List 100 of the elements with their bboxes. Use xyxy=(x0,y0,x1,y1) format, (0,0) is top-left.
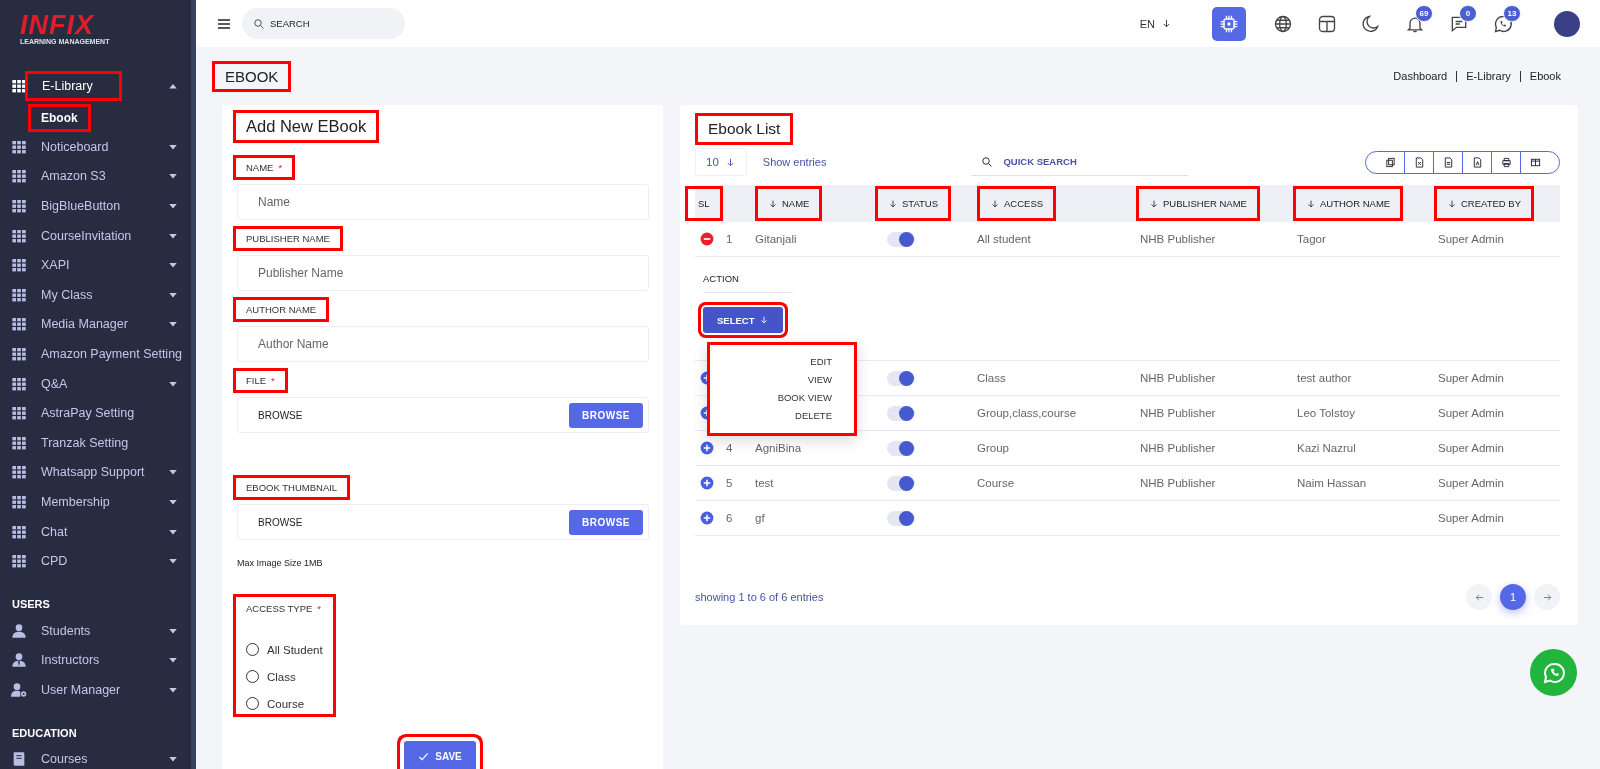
sort-arrow-icon xyxy=(1149,198,1159,209)
grid-icon xyxy=(11,227,27,244)
grid-icon xyxy=(11,198,27,214)
grid-icon xyxy=(11,78,27,94)
browse-button[interactable]: BROWSE xyxy=(569,402,643,428)
radio-label: Course xyxy=(267,697,305,710)
column-header[interactable]: STATUS xyxy=(875,186,952,221)
file-name: BROWSE xyxy=(258,516,304,528)
grid-icon xyxy=(11,257,27,274)
menu-item[interactable]: DELETE xyxy=(795,407,832,425)
arrow-down-icon xyxy=(1161,18,1172,29)
sidebar-item[interactable]: Courses xyxy=(39,752,90,767)
sidebar-item[interactable]: Amazon S3 xyxy=(39,169,108,184)
browse-button[interactable]: BROWSE xyxy=(569,509,643,535)
menu-item[interactable]: BOOK VIEW xyxy=(777,389,832,407)
sort-arrow-icon xyxy=(1306,198,1316,209)
table-cell: Super Admin xyxy=(1438,233,1504,245)
table-cell: Course xyxy=(977,477,1015,489)
text-field[interactable]: Publisher Name xyxy=(237,255,649,291)
sidebar-item[interactable]: Q&A xyxy=(39,376,70,391)
status-toggle[interactable] xyxy=(887,405,915,421)
copy-icon[interactable] xyxy=(1384,156,1396,168)
field-label: FILE * xyxy=(233,368,288,393)
text-field[interactable]: Name xyxy=(237,184,649,220)
breadcrumb-link[interactable]: E-Library xyxy=(1456,70,1520,82)
status-toggle[interactable] xyxy=(887,475,915,491)
status-toggle[interactable] xyxy=(887,440,915,456)
search-field[interactable]: SEARCH xyxy=(242,8,405,39)
expand-icon[interactable] xyxy=(700,511,714,525)
expand-icon[interactable] xyxy=(700,441,714,455)
print-icon[interactable] xyxy=(1500,156,1512,168)
grid-icon xyxy=(11,434,27,451)
status-toggle[interactable] xyxy=(887,231,915,247)
sidebar-item[interactable]: AstraPay Setting xyxy=(39,406,137,421)
sidebar-item[interactable]: Media Manager xyxy=(39,317,130,332)
arrow-left-icon xyxy=(1473,591,1485,603)
sidebar-item[interactable]: BigBlueButton xyxy=(39,199,123,213)
menu-item[interactable]: VIEW xyxy=(807,371,832,389)
grid-icon xyxy=(11,168,27,185)
grid-icon xyxy=(11,523,27,540)
breadcrumb-link[interactable]: Dashboard xyxy=(1384,70,1457,82)
chip-icon xyxy=(1219,13,1239,34)
sidebar-item[interactable]: Tranzak Setting xyxy=(39,435,131,450)
sidebar-subitem[interactable]: Ebook xyxy=(28,104,91,132)
file-field[interactable]: BROWSE BROWSE xyxy=(237,504,649,540)
table-cell: test author xyxy=(1297,372,1352,384)
sidebar-item[interactable]: E-Library xyxy=(25,71,122,101)
row-number: 5 xyxy=(726,477,733,489)
sidebar-item[interactable]: Students xyxy=(39,623,93,638)
menu-item[interactable]: EDIT xyxy=(810,353,832,371)
globe-icon[interactable] xyxy=(1273,13,1293,34)
column-header[interactable]: CREATED BY xyxy=(1434,186,1534,221)
sidebar-item[interactable]: My Class xyxy=(39,287,95,302)
file-field[interactable]: BROWSE BROWSE xyxy=(237,397,649,433)
page-button[interactable]: 1 xyxy=(1500,584,1526,610)
columns-icon[interactable] xyxy=(1529,156,1541,168)
grid-icon xyxy=(11,553,27,570)
sidebar-item[interactable]: Instructors xyxy=(39,653,102,668)
collapse-icon[interactable] xyxy=(700,232,714,246)
language-selector[interactable]: EN xyxy=(1139,17,1172,30)
column-header[interactable]: AUTHOR NAME xyxy=(1293,186,1404,221)
ai-button[interactable] xyxy=(1212,6,1246,41)
pdf-file-icon[interactable] xyxy=(1471,156,1483,168)
layout-icon[interactable] xyxy=(1317,13,1337,34)
page-length-select[interactable]: 10 xyxy=(695,148,747,176)
table-cell: Kazi Nazrul xyxy=(1297,442,1356,454)
sidebar-item[interactable]: Amazon Payment Setting xyxy=(39,346,185,361)
sidebar-item[interactable]: Membership xyxy=(39,494,112,509)
sidebar-item[interactable]: XAPI xyxy=(39,258,72,273)
grid-icon xyxy=(11,286,27,303)
sidebar-item[interactable]: Noticeboard xyxy=(39,139,111,154)
sidebar-item[interactable]: CPD xyxy=(39,554,70,569)
sidebar-item[interactable]: User Manager xyxy=(39,682,123,697)
sidebar-item[interactable]: Chat xyxy=(39,524,70,539)
action-label: ACTION xyxy=(703,273,793,293)
caret-icon[interactable] xyxy=(168,201,178,211)
column-header[interactable]: PUBLISHER NAME xyxy=(1136,186,1260,221)
column-header[interactable]: NAME xyxy=(755,186,823,221)
table-cell: Super Admin xyxy=(1438,372,1504,384)
breadcrumb-link[interactable]: Ebook xyxy=(1519,70,1570,82)
sidebar-item[interactable]: CourseInvitation xyxy=(39,228,134,243)
table-cell: NHB Publisher xyxy=(1140,233,1216,245)
text-file-icon[interactable] xyxy=(1442,156,1454,168)
user-gear-icon xyxy=(11,681,27,698)
avatar[interactable] xyxy=(1554,10,1580,37)
status-toggle[interactable] xyxy=(887,510,915,526)
spreadsheet-file-icon[interactable] xyxy=(1413,156,1425,168)
search-icon xyxy=(981,156,994,168)
column-header[interactable]: ACCESS xyxy=(977,186,1057,221)
file-name: BROWSE xyxy=(258,409,304,421)
arrow-down-icon xyxy=(759,315,770,325)
status-toggle[interactable] xyxy=(887,370,915,386)
grid-icon xyxy=(11,138,27,155)
moon-icon[interactable] xyxy=(1361,13,1381,34)
grid-icon xyxy=(11,345,27,362)
grid-icon xyxy=(11,405,27,422)
sidebar-item[interactable]: Whatsapp Support xyxy=(39,465,147,480)
check-icon xyxy=(418,750,430,762)
expand-icon[interactable] xyxy=(700,476,714,490)
text-field[interactable]: Author Name xyxy=(237,326,649,362)
